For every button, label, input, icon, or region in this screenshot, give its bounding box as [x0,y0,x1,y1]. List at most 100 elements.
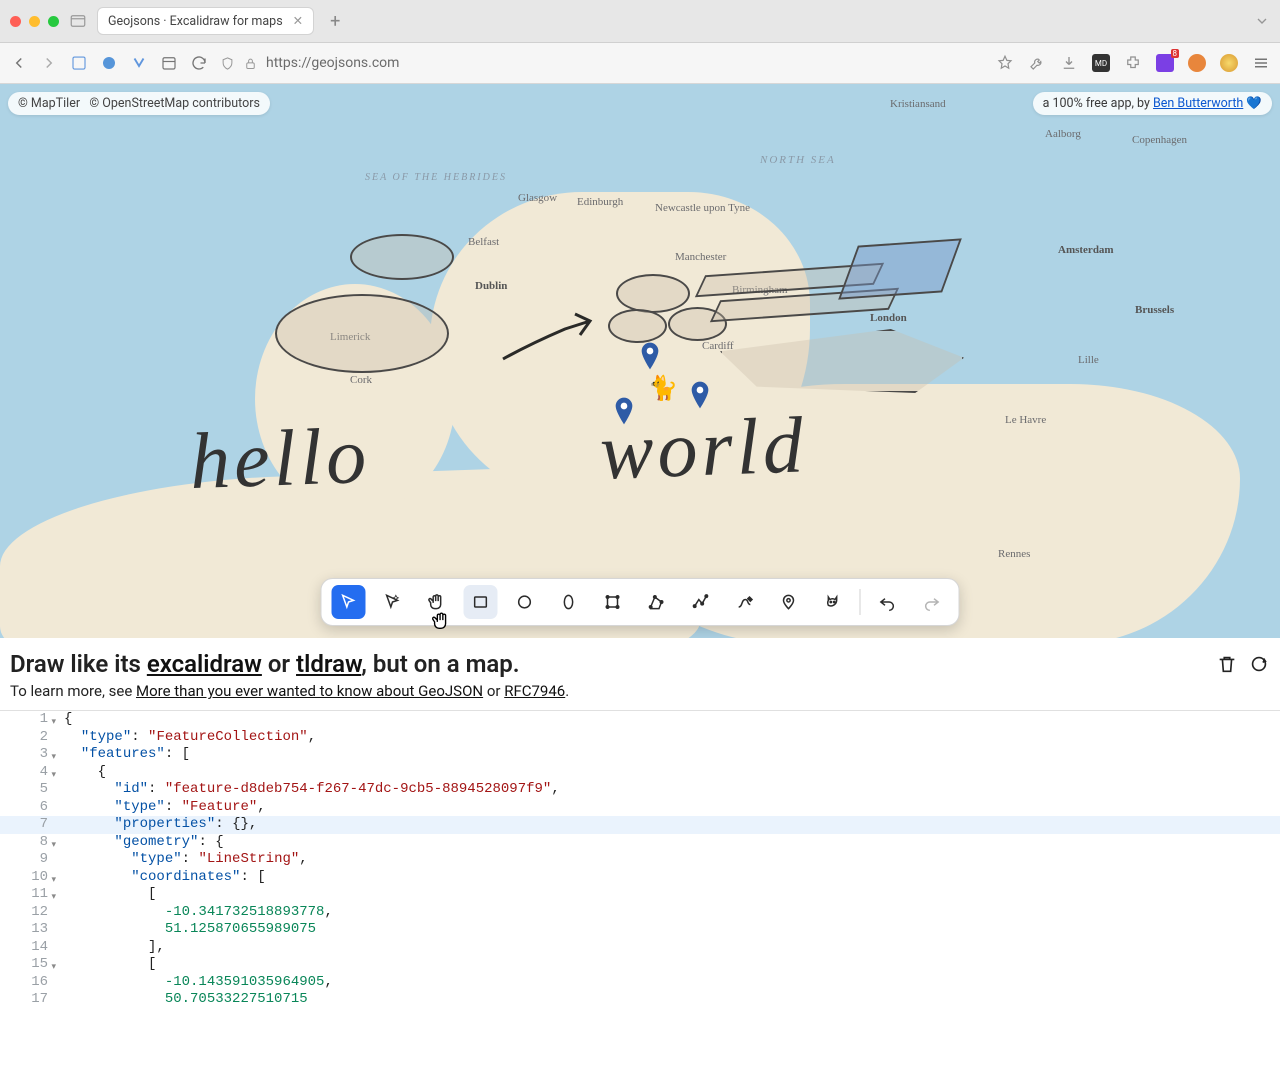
tool-palette [321,578,960,626]
arrow-shape[interactable] [495,309,605,369]
toolbar-right: MD 8 [996,54,1270,72]
editor-line[interactable]: 10▾ "coordinates": [ [0,869,1280,887]
extension-gold-icon[interactable] [1220,54,1238,72]
tab-overview-icon[interactable] [69,12,87,30]
menu-icon[interactable] [1252,54,1270,72]
excalidraw-link[interactable]: excalidraw [147,650,262,678]
window-titlebar: Geojsons · Excalidraw for maps ✕ + [0,0,1280,43]
editor-line[interactable]: 7 "properties": {}, [0,816,1280,834]
editor-line[interactable]: 3▾ "features": [ [0,746,1280,764]
shield-icon [220,56,235,71]
v-icon[interactable] [130,54,148,72]
attrib-maptiler[interactable]: © MapTiler [18,96,80,111]
polyline-tool[interactable] [684,585,718,619]
map-pin-icon[interactable] [640,342,660,370]
map-label: Copenhagen [1132,134,1187,146]
tldraw-link[interactable]: tldraw [296,650,361,678]
editor-line[interactable]: 13 51.125870655989075 [0,921,1280,939]
close-tab-icon[interactable]: ✕ [293,13,303,29]
browser-tab[interactable]: Geojsons · Excalidraw for maps ✕ [97,7,314,35]
draw-tool[interactable] [728,585,762,619]
browser-toolbar: https://geojsons.com MD 8 [0,43,1280,84]
map-label: Kristiansand [890,98,946,110]
download-icon[interactable] [1060,54,1078,72]
handwritten-text[interactable]: world [598,400,808,498]
editor-line[interactable]: 1▾{ [0,711,1280,729]
edit-polygon-tool[interactable] [640,585,674,619]
editor-line[interactable]: 12 -10.341732518893778, [0,904,1280,922]
pin-tool[interactable] [772,585,806,619]
circle-tool[interactable] [508,585,542,619]
address-bar[interactable]: https://geojsons.com [220,49,780,77]
minimize-window-button[interactable] [29,16,40,27]
calendar-icon[interactable] [160,54,178,72]
credit-prefix: a 100% free app, by [1043,96,1153,111]
map-label: Aalborg [1045,128,1081,140]
ellipse-shape[interactable] [350,234,454,280]
rfc-link[interactable]: RFC7946 [504,682,565,700]
extension-puzzle-icon[interactable] [1124,54,1142,72]
credit-author-link[interactable]: Ben Butterworth [1153,96,1243,111]
editor-line[interactable]: 5 "id": "feature-d8deb754-f267-47dc-9cb5… [0,781,1280,799]
map-label: Brussels [1135,304,1174,316]
editor-line[interactable]: 16 -10.143591035964905, [0,974,1280,992]
heading-row: Draw like its excalidraw or tldraw, but … [0,638,1280,680]
cycle-icon[interactable] [100,54,118,72]
editor-line[interactable]: 9 "type": "LineString", [0,851,1280,869]
close-window-button[interactable] [10,16,21,27]
star-icon[interactable] [996,54,1014,72]
editor-line[interactable]: 8▾ "geometry": { [0,834,1280,852]
refresh-icon[interactable] [1248,653,1270,675]
forward-button[interactable] [40,54,58,72]
window-controls [10,16,59,27]
map-sea-label: SEA OF THE HEBRIDES [365,172,507,183]
ellipse-tool[interactable] [552,585,586,619]
cat-tool[interactable] [816,585,850,619]
editor-line[interactable]: 11▾ [ [0,886,1280,904]
tabs-dropdown-icon[interactable] [1254,13,1270,29]
editor-line[interactable]: 15▾ [ [0,956,1280,974]
geojson-article-link[interactable]: More than you ever wanted to know about … [136,682,483,700]
editor-line[interactable]: 6 "type": "Feature", [0,799,1280,817]
attrib-osm[interactable]: © OpenStreetMap contributors [89,96,260,111]
ellipse-shape[interactable] [275,294,449,373]
rectangle-tool[interactable] [464,585,498,619]
editor-line[interactable]: 17 50.70533227510715 [0,991,1280,1009]
trash-icon[interactable] [1216,653,1238,675]
bookmark-icon[interactable] [70,54,88,72]
back-button[interactable] [10,54,28,72]
subtitle: To learn more, see More than you ever wa… [0,680,1280,710]
ellipse-shape[interactable] [608,309,667,343]
url-text: https://geojsons.com [266,55,399,71]
editor-line[interactable]: 4▾ { [0,764,1280,782]
toolbar-separator [860,589,861,615]
parallelogram-shape[interactable] [838,238,962,299]
cat-emoji-icon[interactable]: 🐈 [648,374,678,402]
fullscreen-window-button[interactable] [48,16,59,27]
map-sea-label: NORTH SEA [760,154,836,166]
polygon-tool[interactable] [596,585,630,619]
extension-purple-icon[interactable]: 8 [1156,54,1174,72]
extension-md-icon[interactable]: MD [1092,54,1110,72]
reload-button[interactable] [190,54,208,72]
wrench-icon[interactable] [1028,54,1046,72]
heart-icon: 💙 [1246,96,1262,111]
undo-button[interactable] [871,585,905,619]
credit-badge: a 100% free app, by Ben Butterworth 💙 [1033,92,1272,115]
tab-title: Geojsons · Excalidraw for maps [108,14,283,29]
code-editor[interactable]: 1▾{2 "type": "FeatureCollection",3▾ "fea… [0,710,1280,1076]
select-tool[interactable] [332,585,366,619]
editor-line[interactable]: 2 "type": "FeatureCollection", [0,729,1280,747]
page-content: © MapTiler © OpenStreetMap contributors … [0,84,1280,1076]
sparkle-tool[interactable] [376,585,410,619]
editor-line[interactable]: 14 ], [0,939,1280,957]
ellipse-shape[interactable] [616,274,690,313]
new-tab-button[interactable]: + [324,11,346,32]
map-canvas[interactable]: © MapTiler © OpenStreetMap contributors … [0,84,1280,638]
attribution-badge: © MapTiler © OpenStreetMap contributors [8,92,270,115]
page-title: Draw like its excalidraw or tldraw, but … [10,650,520,678]
redo-button[interactable] [915,585,949,619]
extension-orange-icon[interactable] [1188,54,1206,72]
handwritten-text[interactable]: hello [188,411,371,508]
hand-tool[interactable] [420,585,454,619]
